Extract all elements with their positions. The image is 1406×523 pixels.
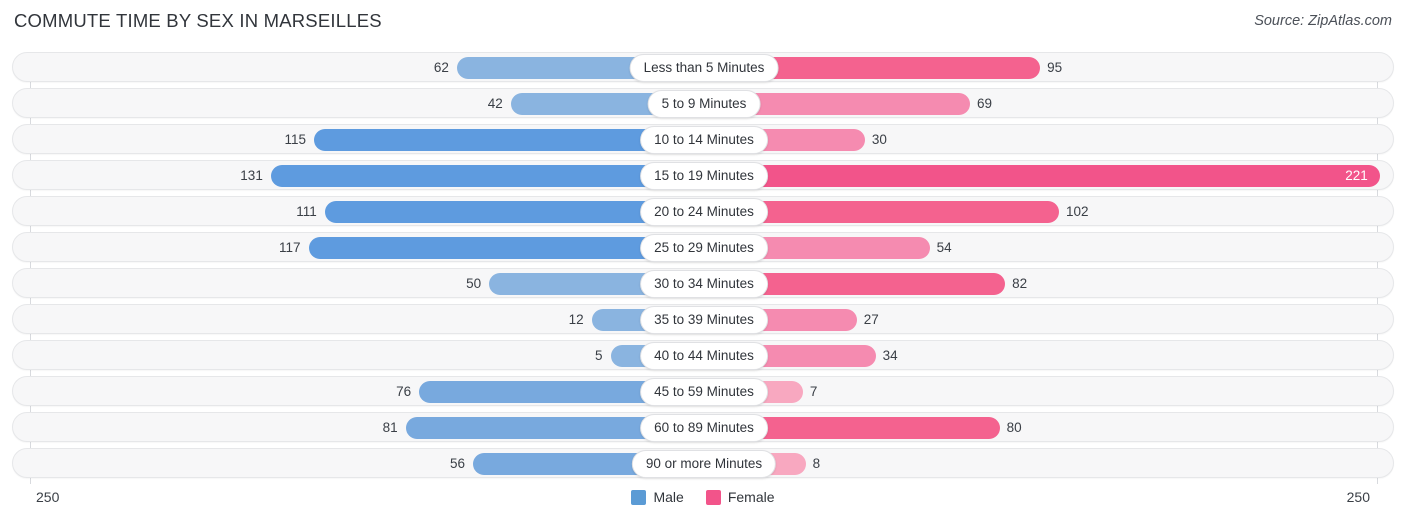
bar-female[interactable] <box>704 165 1380 187</box>
value-label-male: 62 <box>433 60 449 75</box>
value-label-male: 76 <box>396 384 412 399</box>
value-label-male: 42 <box>487 96 503 111</box>
value-label-male: 81 <box>382 420 398 435</box>
table-row[interactable]: 81 80 60 to 89 Minutes <box>12 412 1394 442</box>
value-label-female: 95 <box>1047 60 1063 75</box>
category-label-pill[interactable]: 25 to 29 Minutes <box>640 234 768 262</box>
value-label-male: 117 <box>279 240 301 255</box>
value-label-female: 69 <box>977 96 993 111</box>
category-label-pill[interactable]: 60 to 89 Minutes <box>640 414 768 442</box>
value-label-male: 50 <box>466 276 482 291</box>
table-row[interactable]: 50 82 30 to 34 Minutes <box>12 268 1394 298</box>
table-row[interactable]: 12 27 35 to 39 Minutes <box>12 304 1394 334</box>
value-label-female: 54 <box>936 240 952 255</box>
table-row[interactable]: 62 95 Less than 5 Minutes <box>12 52 1394 82</box>
legend-label: Female <box>727 489 775 505</box>
table-row[interactable]: 131 221 15 to 19 Minutes <box>12 160 1394 190</box>
category-label-pill[interactable]: 20 to 24 Minutes <box>640 198 768 226</box>
category-label-pill[interactable]: 30 to 34 Minutes <box>640 270 768 298</box>
value-label-female: 34 <box>882 348 898 363</box>
category-label-pill[interactable]: 15 to 19 Minutes <box>640 162 768 190</box>
source-attribution: Source: ZipAtlas.com <box>1254 13 1392 29</box>
value-label-female: 82 <box>1012 276 1028 291</box>
category-label-pill[interactable]: 90 or more Minutes <box>631 450 777 478</box>
value-label-female: 8 <box>812 456 821 471</box>
chart-page: COMMUTE TIME BY SEX IN MARSEILLES Source… <box>0 0 1406 523</box>
value-label-female: 80 <box>1006 420 1022 435</box>
value-label-male: 131 <box>240 168 263 183</box>
category-label-pill[interactable]: 40 to 44 Minutes <box>640 342 768 370</box>
value-label-female: 102 <box>1065 204 1089 219</box>
value-label-female: 221 <box>1345 168 1368 183</box>
chart-footer: 250 250 Male Female <box>0 484 1406 523</box>
bar-male[interactable] <box>270 165 704 187</box>
value-label-male: 5 <box>595 348 603 363</box>
legend-swatch-icon <box>705 489 721 505</box>
legend-item-male[interactable]: Male <box>631 489 684 505</box>
table-row[interactable]: 117 54 25 to 29 Minutes <box>12 232 1394 262</box>
legend-label: Male <box>653 489 684 505</box>
table-row[interactable]: 115 30 10 to 14 Minutes <box>12 124 1394 154</box>
value-label-male: 115 <box>284 132 306 147</box>
value-label-female: 27 <box>863 312 879 327</box>
chart-plot-area: 62 95 Less than 5 Minutes 42 69 5 to 9 Minute… <box>0 52 1406 484</box>
value-label-female: 7 <box>809 384 818 399</box>
value-label-female: 30 <box>871 132 887 147</box>
value-label-male: 12 <box>568 312 584 327</box>
value-label-male: 111 <box>296 204 317 219</box>
table-row[interactable]: 42 69 5 to 9 Minutes <box>12 88 1394 118</box>
category-label-pill[interactable]: 5 to 9 Minutes <box>647 90 761 118</box>
category-label-pill[interactable]: 35 to 39 Minutes <box>640 306 768 334</box>
table-row[interactable]: 5 34 40 to 44 Minutes <box>12 340 1394 370</box>
category-label-pill[interactable]: 45 to 59 Minutes <box>640 378 768 406</box>
chart-legend: Male Female <box>0 489 1406 505</box>
table-row[interactable]: 76 7 45 to 59 Minutes <box>12 376 1394 406</box>
category-label-pill[interactable]: 10 to 14 Minutes <box>640 126 768 154</box>
table-row[interactable]: 111 102 20 to 24 Minutes <box>12 196 1394 226</box>
table-row[interactable]: 56 8 90 or more Minutes <box>12 448 1394 478</box>
legend-swatch-icon <box>631 489 647 505</box>
category-label-pill[interactable]: Less than 5 Minutes <box>629 54 779 82</box>
page-title: COMMUTE TIME BY SEX IN MARSEILLES <box>14 10 382 31</box>
value-label-male: 56 <box>450 456 466 471</box>
legend-item-female[interactable]: Female <box>705 489 775 505</box>
